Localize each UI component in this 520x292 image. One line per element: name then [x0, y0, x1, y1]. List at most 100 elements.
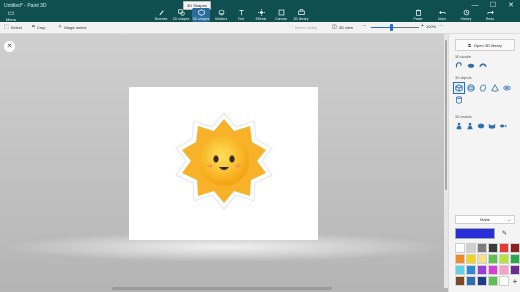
- undo-button[interactable]: Undo: [432, 8, 452, 22]
- sharp-doodle-icon[interactable]: [455, 61, 463, 69]
- section-title-3d-objects: 3D objects: [455, 76, 472, 80]
- color-swatch[interactable]: [455, 254, 465, 264]
- menu-button[interactable]: ▭ Menu: [4, 10, 18, 22]
- 3d-shapes-icon: [197, 9, 205, 16]
- redo-button[interactable]: Redo: [480, 8, 500, 22]
- color-swatch[interactable]: [488, 254, 498, 264]
- title-bar: Untitled* - Paint 3D — ☐ ✕ ▭ Menu 3D Sha…: [0, 0, 520, 22]
- color-swatch[interactable]: [510, 254, 520, 264]
- magic-select-button[interactable]: ✧ Magic select: [58, 24, 86, 30]
- color-swatch[interactable]: [510, 243, 520, 253]
- eyedropper-icon[interactable]: ✎: [502, 230, 507, 237]
- tab-label: Effects: [255, 17, 267, 21]
- select-button[interactable]: ⬚ Select: [4, 24, 22, 30]
- color-swatch[interactable]: [499, 265, 509, 275]
- right-cheek: [235, 164, 241, 168]
- close-window-button[interactable]: ✕: [502, 0, 520, 10]
- color-swatch[interactable]: [455, 265, 465, 275]
- folder-icon: ▭: [7, 10, 15, 17]
- tab-3d-library[interactable]: 3D library: [292, 8, 310, 22]
- color-swatch[interactable]: [510, 265, 520, 275]
- tab-stickers[interactable]: Stickers: [212, 8, 230, 22]
- color-swatch[interactable]: [488, 265, 498, 275]
- tab-label: Stickers: [214, 17, 228, 21]
- open-3d-library-button[interactable]: ⧉ Open 3D library: [455, 39, 515, 51]
- dog-icon[interactable]: [477, 122, 485, 130]
- color-swatch[interactable]: [477, 243, 487, 253]
- tab-label: Brushes: [154, 17, 168, 21]
- tab-2d-shapes[interactable]: 2D shapes: [172, 8, 190, 22]
- effects-icon: [257, 9, 265, 16]
- paste-icon: [415, 9, 421, 16]
- color-swatch[interactable]: [477, 265, 487, 275]
- zoom-level: 100%: [426, 24, 437, 29]
- color-swatch[interactable]: [499, 254, 509, 264]
- color-swatch[interactable]: [477, 254, 487, 264]
- fish-icon[interactable]: [499, 122, 507, 130]
- zoom-out-icon[interactable]: −: [363, 23, 366, 29]
- torus-icon[interactable]: [503, 84, 511, 92]
- zoom-options-icon[interactable]: ⋯: [438, 23, 443, 29]
- mixed-reality-button[interactable]: ◌ Mixed reality: [290, 24, 317, 30]
- color-swatch[interactable]: [499, 276, 509, 286]
- cat-icon[interactable]: [488, 122, 496, 130]
- canvas-icon: [278, 9, 284, 16]
- tab-3d-shapes[interactable]: 3D shapes: [192, 8, 210, 22]
- color-swatch[interactable]: [455, 243, 465, 253]
- cube-icon[interactable]: [453, 82, 465, 94]
- horizontal-scrollbar[interactable]: [112, 287, 332, 290]
- right-eye: [229, 155, 235, 163]
- color-swatch[interactable]: [488, 243, 498, 253]
- edit-tools: Paste Undo History Redo: [408, 8, 500, 22]
- capsule-icon[interactable]: [479, 84, 487, 92]
- tab-text[interactable]: Text: [232, 8, 250, 22]
- paste-button[interactable]: Paste: [408, 8, 428, 22]
- zoom-in-icon[interactable]: +: [421, 23, 424, 29]
- canvas[interactable]: [129, 87, 318, 240]
- shapes-panel: ⧉ Open 3D library 3D doodle 3D objects 3…: [448, 34, 520, 292]
- man-icon[interactable]: [455, 122, 463, 130]
- finish-dropdown[interactable]: Matte ⌄: [455, 215, 515, 224]
- sun-sticker[interactable]: [129, 87, 318, 240]
- close-icon[interactable]: ✕: [4, 41, 15, 52]
- soft-doodle-icon[interactable]: [467, 61, 475, 69]
- add-color-icon[interactable]: +: [510, 276, 520, 286]
- color-palette: +: [455, 243, 520, 286]
- zoom-slider-fill: [371, 27, 392, 28]
- doodle-row: [455, 61, 487, 69]
- history-button[interactable]: History: [456, 8, 476, 22]
- color-swatch[interactable]: [466, 254, 476, 264]
- color-swatch[interactable]: [488, 276, 498, 286]
- zoom-slider-handle[interactable]: [390, 24, 394, 31]
- text-icon: [238, 10, 244, 16]
- woman-icon[interactable]: [466, 122, 474, 130]
- tab-effects[interactable]: Effects: [252, 8, 270, 22]
- color-swatch[interactable]: [499, 243, 509, 253]
- undo-icon: [438, 10, 446, 15]
- crop-button[interactable]: ⌗ Crop: [32, 24, 46, 30]
- current-color-swatch[interactable]: [455, 228, 495, 239]
- finish-value: Matte: [479, 217, 490, 222]
- scrollbar-thumb[interactable]: [445, 40, 447, 190]
- tube-doodle-icon[interactable]: [479, 61, 487, 69]
- cylinder-icon[interactable]: [455, 96, 463, 104]
- color-swatch[interactable]: [466, 243, 476, 253]
- tab-canvas[interactable]: Canvas: [272, 8, 290, 22]
- 3d-view-label: 3D view: [338, 24, 353, 30]
- redo-icon: [486, 10, 494, 15]
- color-swatch[interactable]: [466, 276, 476, 286]
- color-swatch[interactable]: [455, 276, 465, 286]
- crop-label: Crop: [36, 24, 46, 30]
- tab-brushes[interactable]: Brushes: [152, 8, 170, 22]
- tab-label: 3D shapes: [192, 17, 210, 21]
- cone-icon[interactable]: [491, 84, 499, 92]
- workspace[interactable]: ✕: [0, 34, 448, 292]
- redo-label: Redo: [485, 17, 495, 21]
- 3d-view-button[interactable]: ◫ 3D view: [332, 24, 353, 30]
- color-swatch[interactable]: [466, 265, 476, 275]
- 3d-library-icon: [297, 9, 305, 15]
- sphere-icon[interactable]: [467, 84, 475, 92]
- color-swatch[interactable]: [477, 276, 487, 286]
- left-cheek: [207, 164, 213, 168]
- brush-icon: [158, 10, 164, 16]
